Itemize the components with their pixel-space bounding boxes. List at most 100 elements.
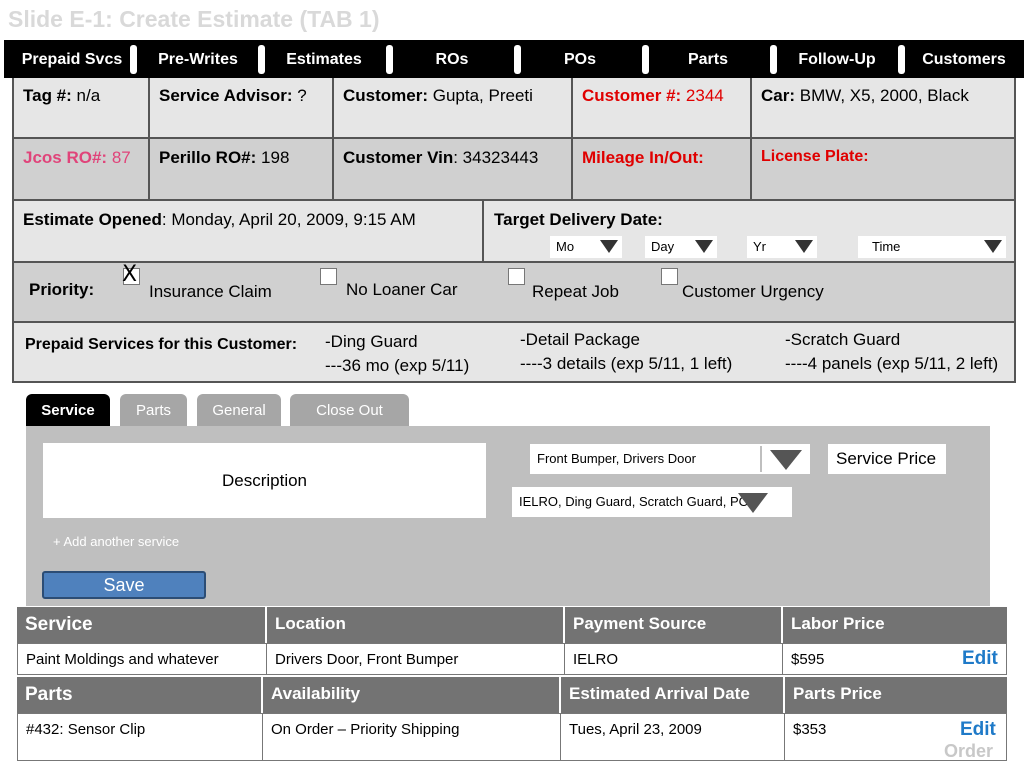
top-nav: Prepaid Svcs Pre-Writes Estimates ROs PO… [4, 40, 1024, 78]
nav-tab-pre-writes[interactable]: Pre-Writes [138, 45, 258, 74]
chevron-down-icon [760, 446, 808, 472]
perillo-ro-label: Perillo RO#: [159, 148, 257, 167]
nav-separator [642, 45, 649, 74]
prepaid-item-scratch-guard: -Scratch Guard ----4 panels (exp 5/11, 2… [785, 330, 999, 373]
nav-separator [258, 45, 265, 74]
target-delivery-label: Target Delivery Date: [494, 210, 663, 229]
tab-close-out[interactable]: Close Out [290, 394, 409, 428]
tab-general[interactable]: General [197, 394, 281, 428]
column-header-payment-source: Payment Source [563, 607, 781, 643]
column-header-availability: Availability [261, 677, 559, 713]
slide-title: Slide E-1: Create Estimate (TAB 1) [8, 6, 380, 32]
table-row: #432: Sensor Clip On Order – Priority Sh… [17, 713, 1007, 761]
location-select[interactable]: Front Bumper, Drivers Door [530, 444, 810, 474]
chevron-down-icon [984, 240, 1002, 253]
nav-tab-estimates[interactable]: Estimates [266, 45, 382, 74]
checkmark-x-icon: X [122, 262, 138, 287]
chevron-down-icon [600, 240, 618, 253]
month-select[interactable]: Mo [550, 236, 622, 258]
repeat-job-label: Repeat Job [532, 282, 619, 301]
payment-source-select[interactable]: IELRO, Ding Guard, Scratch Guard, PO [512, 487, 792, 517]
cell-service: Paint Moldings and whatever [26, 651, 219, 668]
insurance-claim-label: Insurance Claim [149, 282, 272, 301]
time-select[interactable]: Time [858, 236, 1006, 258]
customer-number-label: Customer #: [582, 86, 682, 105]
column-header-parts: Parts [25, 684, 73, 705]
chevron-down-icon [695, 240, 713, 253]
table-row: Paint Moldings and whatever Drivers Door… [17, 643, 1007, 675]
grid-line [12, 261, 1016, 263]
tab-parts[interactable]: Parts [120, 394, 187, 428]
nav-separator [130, 45, 137, 74]
advisor-label: Service Advisor: [159, 86, 293, 105]
grid-line [1014, 78, 1016, 382]
nav-tab-ros[interactable]: ROs [394, 45, 510, 74]
service-price-input[interactable]: Service Price [828, 444, 946, 474]
order-link[interactable]: Order [936, 734, 1001, 768]
advisor-field: Service Advisor: ? [150, 80, 316, 112]
nav-tab-prepaid-svcs[interactable]: Prepaid Svcs [10, 45, 134, 74]
car-field: Car: BMW, X5, 2000, Black [752, 80, 978, 112]
nav-tab-customers[interactable]: Customers [906, 45, 1022, 74]
nav-tab-follow-up[interactable]: Follow-Up [778, 45, 896, 74]
cell-payment-source: IELRO [564, 644, 782, 674]
estimate-opened-field: Estimate Opened: Monday, April 20, 2009,… [14, 204, 425, 236]
grid-line [12, 321, 1016, 323]
license-plate-field[interactable]: License Plate: [752, 142, 878, 172]
mileage-field[interactable]: Mileage In/Out: [573, 142, 713, 174]
add-service-link[interactable]: + Add another service [53, 534, 179, 549]
advisor-value: ? [297, 86, 307, 105]
customer-number-value: 2344 [685, 86, 724, 105]
parts-table-header: Parts Availability Estimated Arrival Dat… [17, 677, 1007, 713]
vin-label: Customer Vin [343, 148, 454, 167]
year-select[interactable]: Yr [747, 236, 817, 258]
edit-service-link[interactable]: Edit [954, 641, 1006, 671]
tab-service[interactable]: Service [26, 394, 110, 428]
nav-tab-parts[interactable]: Parts [650, 45, 766, 74]
vin-field: Customer Vin: 34323443 [334, 142, 547, 174]
jcos-ro-label: Jcos RO#: [23, 148, 108, 167]
nav-separator [898, 45, 905, 74]
vin-value: : 34323443 [453, 148, 539, 167]
nav-tab-pos[interactable]: POs [522, 45, 638, 74]
license-plate-label: License Plate: [761, 148, 869, 165]
jcos-ro-field: Jcos RO#: 87 [14, 142, 140, 174]
column-header-estimated-arrival-date: Estimated Arrival Date [559, 677, 783, 713]
grid-line [12, 199, 1016, 201]
cell-labor-price: $595 [782, 644, 952, 674]
save-button[interactable]: Save [42, 571, 206, 599]
no-loaner-car-checkbox[interactable] [320, 268, 337, 285]
perillo-ro-value: 198 [261, 148, 290, 167]
perillo-ro-field: Perillo RO#: 198 [150, 142, 298, 174]
estimate-opened-value: : Monday, April 20, 2009, 9:15 AM [161, 210, 416, 229]
no-loaner-car-label: No Loaner Car [346, 280, 458, 299]
jcos-ro-value: 87 [111, 148, 131, 167]
services-table-header: Service Location Payment Source Labor Pr… [17, 607, 1007, 643]
cell-location: Drivers Door, Front Bumper [266, 644, 564, 674]
mileage-label: Mileage In/Out: [582, 148, 704, 167]
cell-parts-price: $353 [784, 714, 954, 760]
chevron-down-icon [734, 489, 774, 515]
insurance-claim-checkbox[interactable]: X [122, 262, 140, 287]
column-header-parts-price: Parts Price [783, 677, 1007, 713]
prepaid-item-ding-guard: -Ding Guard ---36 mo (exp 5/11) [325, 332, 470, 375]
prepaid-services-label: Prepaid Services for this Customer: [25, 336, 298, 353]
customer-field: Customer: Gupta, Preeti [334, 80, 542, 112]
priority-label: Priority: [29, 280, 95, 299]
tag-value: n/a [76, 86, 101, 105]
cell-part: #432: Sensor Clip [26, 721, 146, 738]
prepaid-item-detail-package: -Detail Package ----3 details (exp 5/11,… [520, 330, 733, 373]
tag-label: Tag #: [23, 86, 72, 105]
customer-value: Gupta, Preeti [432, 86, 533, 105]
cell-availability: On Order – Priority Shipping [262, 714, 560, 760]
day-select[interactable]: Day [645, 236, 717, 258]
cell-arrival-date: Tues, April 23, 2009 [560, 714, 784, 760]
tag-field: Tag #: n/a [14, 80, 109, 112]
column-header-labor-price: Labor Price [781, 607, 1007, 643]
customer-urgency-label: Customer Urgency [682, 282, 824, 301]
nav-separator [770, 45, 777, 74]
column-header-location: Location [265, 607, 563, 643]
customer-label: Customer: [343, 86, 429, 105]
nav-separator [386, 45, 393, 74]
description-input[interactable]: Description [43, 443, 486, 518]
